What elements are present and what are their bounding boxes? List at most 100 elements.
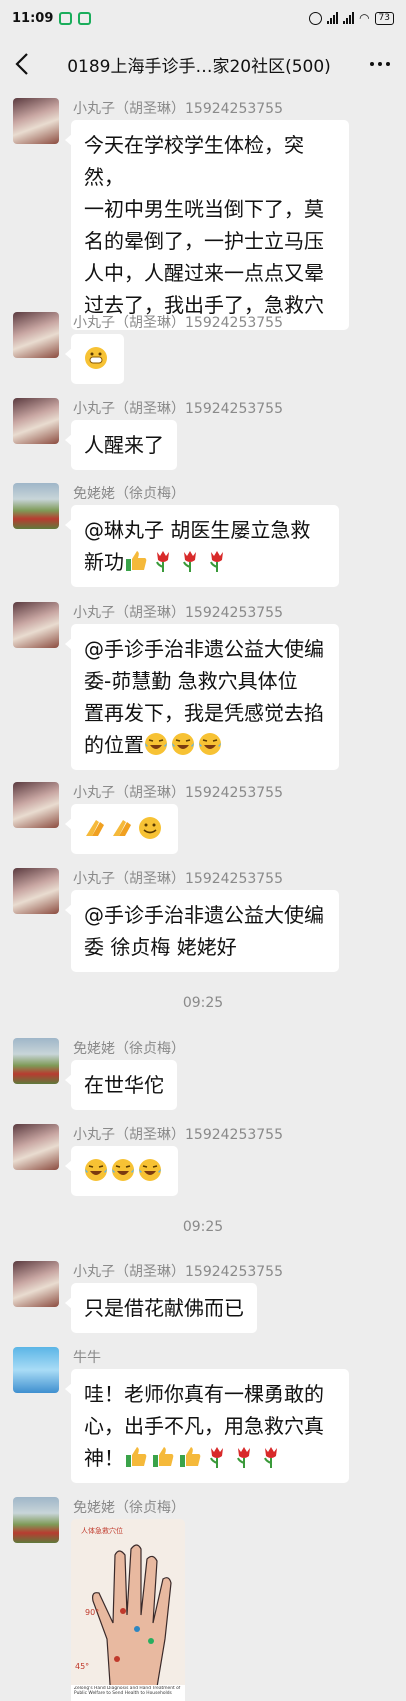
avatar[interactable] <box>13 1347 59 1393</box>
avatar[interactable] <box>13 98 59 144</box>
tulip-emoji-icon <box>205 1445 229 1469</box>
status-time: 11:09 <box>12 10 54 26</box>
sender-name: 免姥姥（徐贞梅） <box>73 1041 185 1057</box>
image-top-label: 人体急救穴位 <box>81 1526 123 1535</box>
avatar[interactable] <box>13 398 59 444</box>
sender-name: 小丸子（胡圣琳）15924253755 <box>73 401 283 417</box>
message-line: 置再发下，我是凭感觉去掐 <box>84 701 324 725</box>
message-bubble[interactable]: @手诊手治非遗公益大使编 委-茆慧勤 急救穴具体位 置再发下，我是凭感觉去掐 的… <box>65 624 339 770</box>
more-button[interactable] <box>354 36 406 92</box>
message-bubble[interactable]: 今天在学校学生体检，突然， 一初中男生咣当倒下了，莫 名的晕倒了，一护士立马压 … <box>65 120 349 330</box>
message-line: 哇！老师你真有一棵勇敢的 <box>84 1382 324 1406</box>
message-line: 一初中男生咣当倒下了，莫 <box>84 197 324 221</box>
avatar[interactable] <box>13 782 59 828</box>
tulip-emoji-icon <box>232 1445 256 1469</box>
back-button[interactable] <box>0 36 44 92</box>
message-item: 小丸子（胡圣琳）15924253755 人醒来了 <box>13 398 393 473</box>
message-line: 神！ <box>84 1446 124 1470</box>
message-item: 小丸子（胡圣琳）15924253755 只是借花献佛而已 <box>13 1261 393 1336</box>
message-bubble[interactable] <box>65 334 124 384</box>
battery-icon: 73 <box>374 11 394 25</box>
thumbs-up-emoji-icon <box>178 1445 202 1469</box>
shield-icon <box>78 11 92 25</box>
tulip-emoji-icon <box>259 1445 283 1469</box>
avatar[interactable] <box>13 1038 59 1084</box>
image-caption: Zelong's Hand Diagnosis and Hand Treatme… <box>74 1686 181 1697</box>
chat-title: 0189上海手诊手…家20社区(500) <box>67 56 331 77</box>
clap-emoji-icon <box>84 816 108 840</box>
laughing-crying-emoji-icon <box>198 732 222 756</box>
laughing-crying-emoji-icon <box>111 1158 135 1182</box>
sender-name: 小丸子（胡圣琳）15924253755 <box>73 605 283 621</box>
message-bubble[interactable]: @琳丸子 胡医生屡立急救 新功 <box>65 505 339 587</box>
avatar[interactable] <box>13 602 59 648</box>
image-message[interactable]: 人体急救穴位 90° 45° Zelong's Hand Diagnosis a… <box>71 1519 185 1701</box>
wifi-icon: ◠ <box>359 11 370 25</box>
message-item: 牛牛 哇！老师你真有一棵勇敢的 心，出手不凡，用急救穴真 神！ <box>13 1347 393 1487</box>
sender-name: 小丸子（胡圣琳）15924253755 <box>73 1264 283 1280</box>
tulip-emoji-icon <box>151 549 175 573</box>
tulip-emoji-icon <box>178 549 202 573</box>
avatar[interactable] <box>13 868 59 914</box>
message-line: 今天在学校学生体检，突然， <box>84 133 304 189</box>
message-bubble[interactable]: 在世华佗 <box>65 1060 177 1110</box>
message-bubble[interactable]: 只是借花献佛而已 <box>65 1283 257 1333</box>
angle-label-45: 45° <box>75 1662 89 1671</box>
angle-label-90: 90° <box>85 1608 99 1617</box>
avatar[interactable] <box>13 1497 59 1543</box>
dot-icon <box>370 62 374 66</box>
message-item: 小丸子（胡圣琳）15924253755 <box>13 312 393 387</box>
notification-icon <box>59 11 73 25</box>
message-line: @手诊手治非遗公益大使编 <box>84 903 324 927</box>
laughing-crying-emoji-icon <box>171 732 195 756</box>
signal-icon <box>327 12 339 24</box>
message-item: 小丸子（胡圣琳）15924253755 @手诊手治非遗公益大使编 委-茆慧勤 急… <box>13 602 393 772</box>
sender-name: 小丸子（胡圣琳）15924253755 <box>73 785 283 801</box>
message-item: 小丸子（胡圣琳）15924253755 今天在学校学生体检，突然， 一初中男生咣… <box>13 98 393 330</box>
avatar[interactable] <box>13 312 59 358</box>
sender-name: 免姥姥（徐贞梅） <box>73 1500 185 1516</box>
laughing-crying-emoji-icon <box>84 1158 108 1182</box>
message-line: 委 徐贞梅 姥姥好 <box>84 935 237 959</box>
message-line: 的位置 <box>84 733 144 757</box>
message-line: 人中，人醒过来一点点又晕 <box>84 261 324 285</box>
timestamp: 09:25 <box>182 995 224 1011</box>
chevron-left-icon <box>15 53 28 75</box>
grin-emoji-icon <box>84 346 108 370</box>
message-bubble[interactable] <box>65 1146 178 1196</box>
message-line: 心，出手不凡，用急救穴真 <box>84 1414 324 1438</box>
sender-name: 小丸子（胡圣琳）15924253755 <box>73 871 283 887</box>
tulip-emoji-icon <box>205 549 229 573</box>
alarm-icon <box>309 11 323 25</box>
message-line: 新功 <box>84 550 124 574</box>
hand-diagram-image: 人体急救穴位 90° 45° Zelong's Hand Diagnosis a… <box>71 1519 185 1701</box>
laughing-crying-emoji-icon <box>138 1158 162 1182</box>
laughing-crying-emoji-icon <box>144 732 168 756</box>
smile-emoji-icon <box>138 816 162 840</box>
thumbs-up-emoji-icon <box>151 1445 175 1469</box>
message-item: 小丸子（胡圣琳）15924253755 @手诊手治非遗公益大使编 委 徐贞梅 姥… <box>13 868 393 978</box>
avatar[interactable] <box>13 1124 59 1170</box>
sender-name: 小丸子（胡圣琳）15924253755 <box>73 315 283 331</box>
thumbs-up-emoji-icon <box>124 1445 148 1469</box>
status-bar: 11:09 ◠ 73 <box>0 0 406 36</box>
message-bubble[interactable]: @手诊手治非遗公益大使编 委 徐贞梅 姥姥好 <box>65 890 339 972</box>
message-line: 委-茆慧勤 急救穴具体位 <box>84 669 298 693</box>
message-bubble[interactable]: 哇！老师你真有一棵勇敢的 心，出手不凡，用急救穴真 神！ <box>65 1369 349 1483</box>
message-item: 小丸子（胡圣琳）15924253755 <box>13 782 393 857</box>
timestamp: 09:25 <box>182 1219 224 1235</box>
sender-name: 小丸子（胡圣琳）15924253755 <box>73 1127 283 1143</box>
message-item: 免姥姥（徐贞梅） @琳丸子 胡医生屡立急救 新功 <box>13 483 393 593</box>
message-item: 免姥姥（徐贞梅） 人体急救穴位 90° 45° Zelong's Hand Di… <box>13 1497 393 1701</box>
message-bubble[interactable] <box>65 804 178 854</box>
message-line: 名的晕倒了，一护士立马压 <box>84 229 324 253</box>
signal-icon-2 <box>343 12 355 24</box>
dot-icon <box>386 62 390 66</box>
message-item: 免姥姥（徐贞梅） 在世华佗 <box>13 1038 393 1113</box>
message-bubble[interactable]: 人醒来了 <box>65 420 177 470</box>
status-right: ◠ 73 <box>309 11 394 25</box>
thumbs-up-emoji-icon <box>124 549 148 573</box>
dot-icon <box>378 62 382 66</box>
avatar[interactable] <box>13 1261 59 1307</box>
avatar[interactable] <box>13 483 59 529</box>
